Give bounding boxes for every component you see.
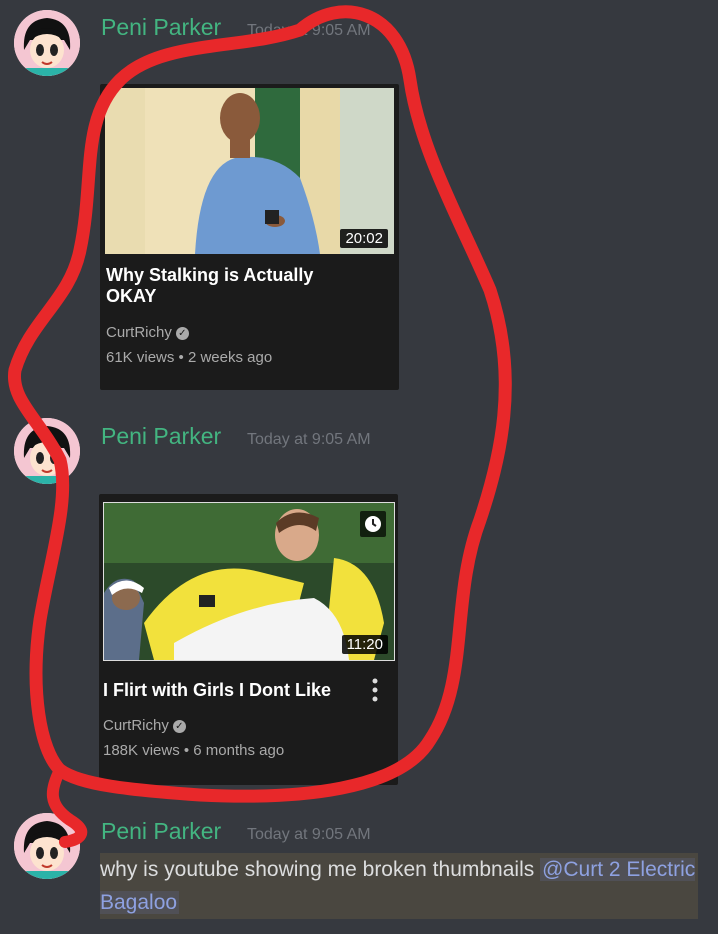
- channel-name[interactable]: CurtRichy ✓: [106, 324, 189, 341]
- username[interactable]: Peni Parker: [101, 14, 221, 41]
- message-content: why is youtube showing me broken thumbna…: [100, 853, 698, 919]
- message-text: why is youtube showing me broken thumbna…: [100, 858, 541, 881]
- avatar[interactable]: [14, 10, 80, 76]
- message-timestamp: Today at 9:05 AM: [247, 431, 371, 448]
- channel-label[interactable]: CurtRichy: [103, 717, 169, 734]
- video-thumbnail[interactable]: 20:02: [105, 88, 394, 254]
- avatar[interactable]: [14, 813, 80, 879]
- video-title[interactable]: I Flirt with Girls I Dont Like: [103, 680, 353, 701]
- video-embed-card[interactable]: 11:20 I Flirt with Girls I Dont Like Cur…: [99, 494, 398, 785]
- message-timestamp: Today at 9:05 AM: [247, 22, 371, 39]
- channel-name[interactable]: CurtRichy ✓: [103, 717, 186, 734]
- video-thumbnail[interactable]: 11:20: [103, 502, 395, 661]
- channel-label[interactable]: CurtRichy: [106, 324, 172, 341]
- clock-icon[interactable]: [360, 511, 386, 537]
- check-circle-icon: ✓: [172, 719, 186, 733]
- check-circle-icon: ✓: [175, 326, 189, 340]
- username[interactable]: Peni Parker: [101, 818, 221, 845]
- avatar[interactable]: [14, 418, 80, 484]
- video-duration: 20:02: [340, 229, 388, 248]
- video-meta: 188K views • 6 months ago: [103, 742, 285, 759]
- username[interactable]: Peni Parker: [101, 423, 221, 450]
- video-title[interactable]: Why Stalking is Actually OKAY: [106, 265, 336, 307]
- more-vertical-icon[interactable]: [369, 677, 381, 703]
- video-embed-card[interactable]: 20:02 Why Stalking is Actually OKAY Curt…: [100, 84, 399, 390]
- video-duration: 11:20: [341, 635, 388, 654]
- message-timestamp: Today at 9:05 AM: [247, 826, 371, 843]
- video-meta: 61K views • 2 weeks ago: [106, 349, 273, 366]
